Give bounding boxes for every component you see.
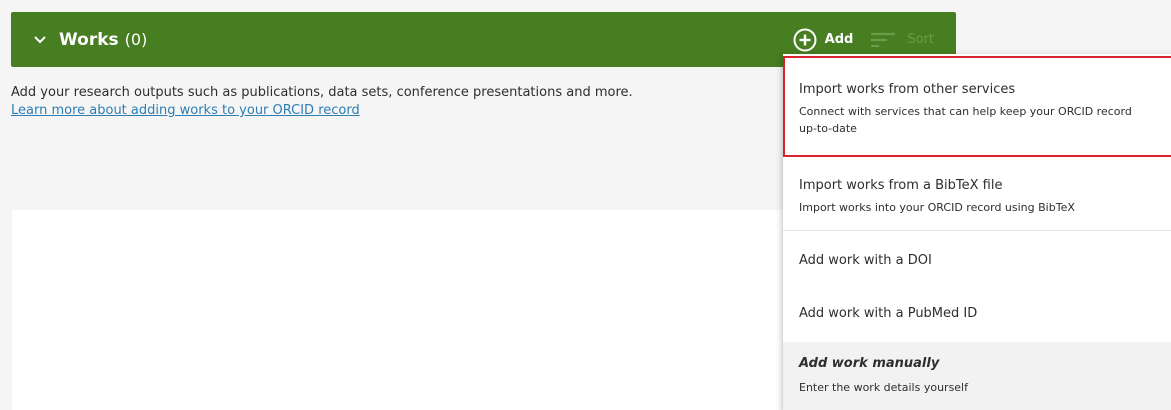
- chevron-down-icon[interactable]: [33, 33, 47, 47]
- add-circle-icon: [793, 28, 817, 52]
- works-count: (0): [124, 30, 148, 49]
- left-edge-strip: [0, 210, 12, 410]
- menu-item-title: Import works from a BibTeX file: [799, 178, 1003, 193]
- add-button[interactable]: Add: [793, 28, 854, 52]
- menu-item-add-pubmed[interactable]: Add work with a PubMed ID: [783, 292, 1171, 348]
- focus-outline: [783, 56, 1171, 157]
- sort-icon: [869, 30, 897, 50]
- works-description-block: Add your research outputs such as public…: [11, 84, 633, 120]
- content-background: [0, 210, 775, 410]
- learn-more-link[interactable]: Learn more about adding works to your OR…: [11, 102, 633, 120]
- menu-item-subtitle: Enter the work details yourself: [799, 381, 968, 394]
- add-label: Add: [824, 32, 854, 47]
- sort-button[interactable]: Sort: [869, 30, 934, 50]
- menu-item-add-doi[interactable]: Add work with a DOI: [783, 230, 1171, 292]
- sort-label: Sort: [907, 32, 934, 47]
- menu-item-title: Add work with a PubMed ID: [799, 306, 978, 321]
- add-works-dropdown-menu: Import works from other services Connect…: [783, 54, 1171, 410]
- page: Works (0) Add Sort Add your research out…: [0, 0, 1171, 410]
- menu-item-add-manually[interactable]: Add work manually Enter the work details…: [783, 342, 1171, 410]
- works-title: Works: [59, 29, 119, 50]
- works-description: Add your research outputs such as public…: [11, 85, 633, 100]
- menu-item-import-other-services[interactable]: Import works from other services Connect…: [783, 54, 1171, 157]
- header-actions: Add Sort: [793, 28, 934, 52]
- menu-item-title: Add work with a DOI: [799, 253, 932, 268]
- menu-item-subtitle: Import works into your ORCID record usin…: [799, 201, 1075, 214]
- menu-item-import-bibtex[interactable]: Import works from a BibTeX file Import w…: [783, 166, 1171, 228]
- menu-item-title: Add work manually: [799, 356, 940, 371]
